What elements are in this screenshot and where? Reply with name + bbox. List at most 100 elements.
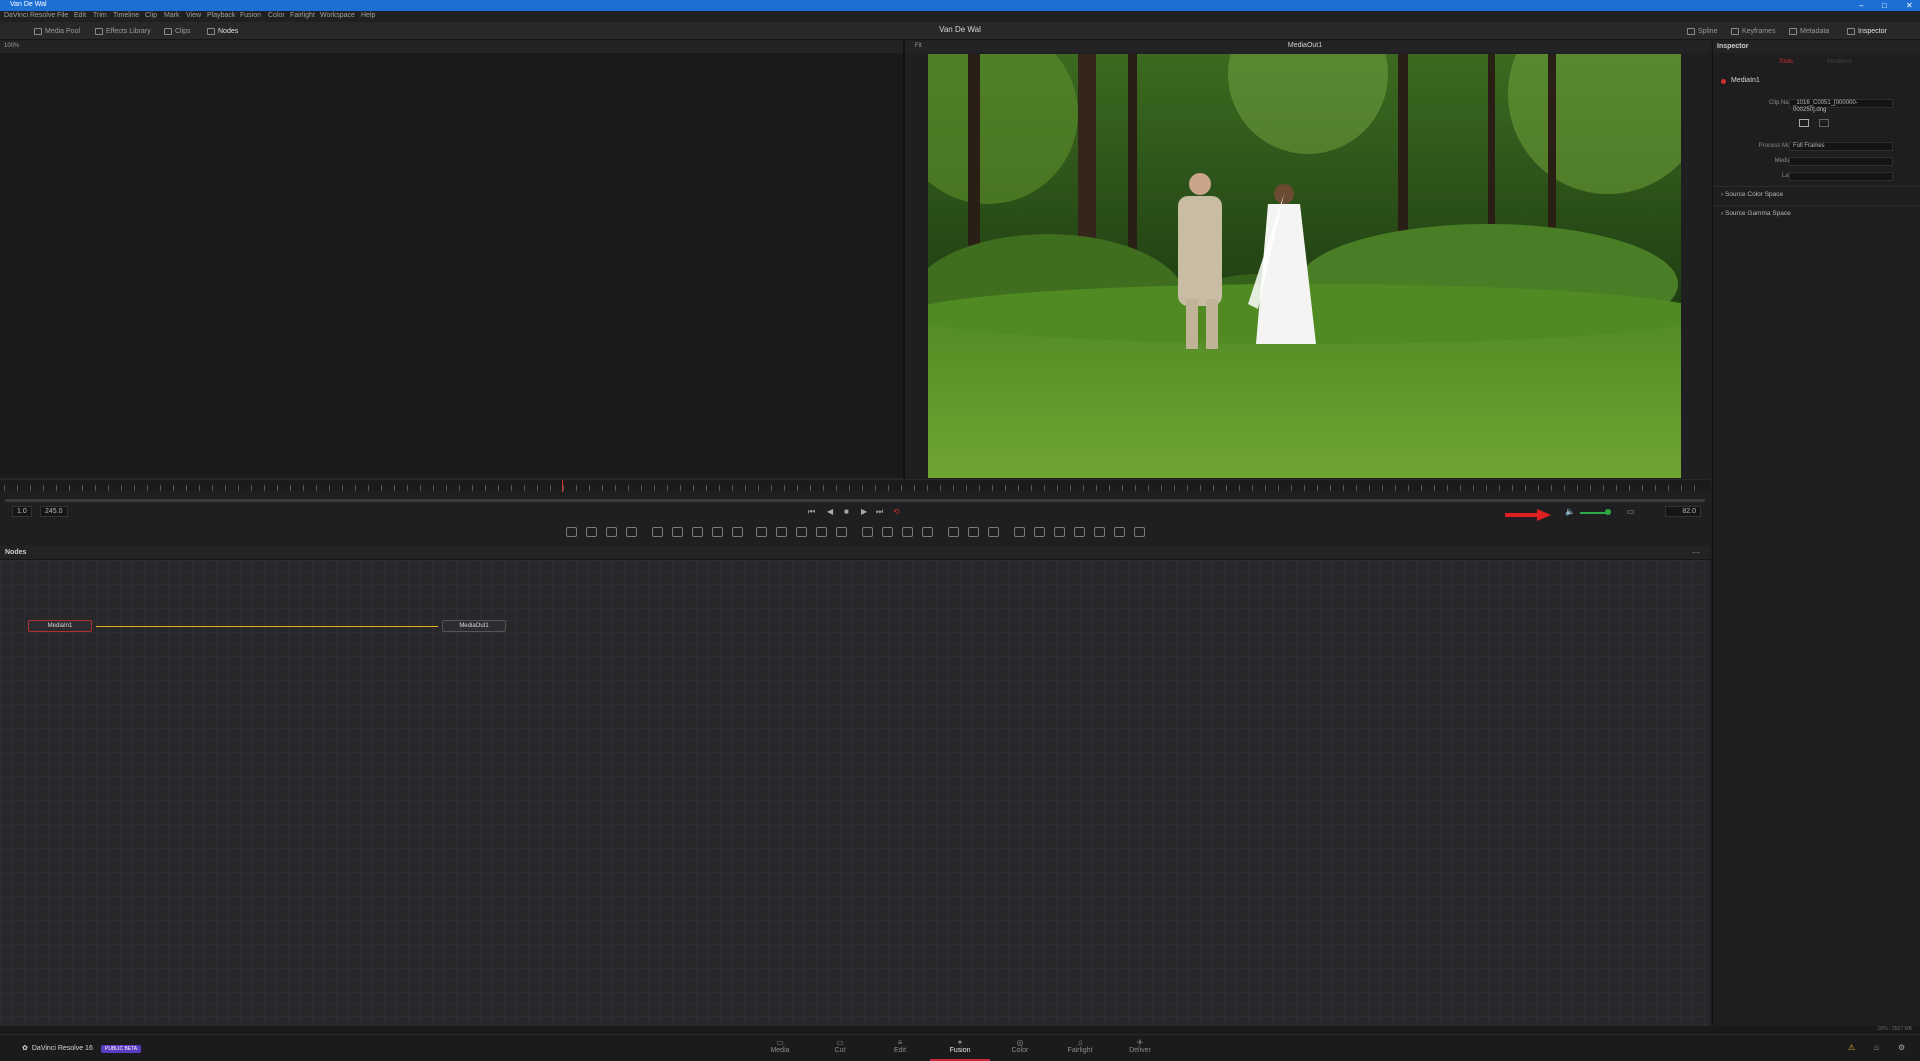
planar-tracker-icon[interactable]	[968, 527, 979, 537]
menu-playback[interactable]: Playback	[207, 12, 235, 19]
node-mediain1[interactable]: MediaIn1	[28, 620, 92, 632]
node-color-icon[interactable]	[1721, 79, 1726, 84]
curves-tool-icon[interactable]	[692, 527, 703, 537]
media-pool-button[interactable]: Media Pool	[34, 25, 80, 37]
menu-color[interactable]: Color	[268, 12, 285, 19]
source-color-space-section[interactable]: › Source Color Space	[1713, 186, 1920, 202]
process-mode-select[interactable]: Full Frames	[1789, 142, 1893, 151]
node-editor-canvas[interactable]	[0, 560, 1710, 1026]
menu-timeline[interactable]: Timeline	[113, 12, 139, 19]
go-to-end-icon[interactable]: ⏭	[876, 507, 883, 517]
home-icon[interactable]: ⌂	[1874, 1043, 1879, 1052]
left-viewer[interactable]	[0, 41, 903, 477]
ellipse-mask-icon[interactable]	[882, 527, 893, 537]
menu-clip[interactable]: Clip	[145, 12, 157, 19]
menu-workspace[interactable]: Workspace	[320, 12, 355, 19]
right-zoom-select[interactable]: Fit	[915, 43, 922, 49]
menu-fusion[interactable]: Fusion	[240, 12, 261, 19]
resize-tool-icon[interactable]	[836, 527, 847, 537]
page-media[interactable]: ▭ Media	[750, 1038, 810, 1060]
menu-edit[interactable]: Edit	[74, 12, 86, 19]
timecode-icon[interactable]: ▭	[1627, 507, 1635, 516]
node-connection[interactable]	[96, 626, 438, 627]
current-frame-field[interactable]: 82.0	[1665, 506, 1701, 517]
metadata-button[interactable]: Metadata	[1789, 25, 1829, 37]
time-ruler[interactable]	[0, 479, 1710, 492]
page-color[interactable]: ◎ Color	[990, 1038, 1050, 1060]
text3d-tool-icon[interactable]	[1054, 527, 1065, 537]
left-zoom-select[interactable]: 100%	[4, 43, 19, 49]
audio-tab-icon[interactable]	[1819, 119, 1829, 127]
text-tool-icon[interactable]	[606, 527, 617, 537]
clips-button[interactable]: Clips	[164, 25, 191, 37]
ruler-tick	[56, 485, 57, 491]
brightness-tool-icon[interactable]	[672, 527, 683, 537]
renderer3d-tool-icon[interactable]	[1114, 527, 1125, 537]
settings-gear-icon[interactable]: ⚙	[1898, 1043, 1905, 1052]
color-corrector-tool-icon[interactable]	[652, 527, 663, 537]
page-fusion[interactable]: ✦ Fusion	[930, 1038, 990, 1061]
tracker-tool-icon[interactable]	[948, 527, 959, 537]
menu-trim[interactable]: Trim	[93, 12, 107, 19]
particle-tool-icon[interactable]	[1014, 527, 1025, 537]
viewer-divider[interactable]	[903, 41, 905, 479]
tab-tools[interactable]: Tools	[1779, 59, 1793, 65]
light3d-tool-icon[interactable]	[1134, 527, 1145, 537]
clip-name-field[interactable]: _1016_C0051_[000000-000250].dng	[1789, 99, 1893, 113]
menu-file[interactable]: File	[57, 12, 68, 19]
paint-tool-icon[interactable]	[626, 527, 637, 537]
maximize-button[interactable]: □	[1882, 0, 1887, 11]
spline-button[interactable]: Spline	[1687, 25, 1717, 37]
menu-fairlight[interactable]: Fairlight	[290, 12, 315, 19]
stop-icon[interactable]: ■	[844, 507, 849, 516]
node-mediaout1[interactable]: MediaOut1	[442, 620, 506, 632]
go-to-start-icon[interactable]: ⏮	[808, 507, 815, 517]
layer-select[interactable]	[1789, 172, 1893, 181]
merge-tool-icon[interactable]	[756, 527, 767, 537]
image-tab-icon[interactable]	[1799, 119, 1809, 127]
page-deliver[interactable]: ✈ Deliver	[1110, 1038, 1170, 1060]
background-tool-icon[interactable]	[566, 527, 577, 537]
effects-library-button[interactable]: Effects Library	[95, 25, 151, 37]
rectangle-mask-icon[interactable]	[862, 527, 873, 537]
menu-davinci[interactable]: DaVinci Resolve	[4, 12, 55, 19]
close-button[interactable]: ✕	[1906, 0, 1913, 11]
warning-icon[interactable]: ⚠	[1848, 1043, 1855, 1052]
source-gamma-space-section[interactable]: › Source Gamma Space	[1713, 205, 1920, 221]
menu-mark[interactable]: Mark	[164, 12, 180, 19]
page-edit[interactable]: ≡ Edit	[870, 1038, 930, 1060]
ruler-tick	[394, 485, 395, 491]
volume-slider[interactable]	[1580, 512, 1608, 514]
transform-tool-icon[interactable]	[816, 527, 827, 537]
bspline-mask-icon[interactable]	[922, 527, 933, 537]
channel-booleans-tool-icon[interactable]	[776, 527, 787, 537]
merge3d-tool-icon[interactable]	[1074, 527, 1085, 537]
volume-icon[interactable]: 🔈	[1565, 507, 1575, 516]
camera3d-tool-icon[interactable]	[1094, 527, 1105, 537]
scrub-bar[interactable]	[5, 499, 1705, 502]
tab-modifiers[interactable]: Modifiers	[1827, 59, 1851, 65]
glow-tool-icon[interactable]	[732, 527, 743, 537]
page-cut[interactable]: ▭ Cut	[810, 1038, 870, 1060]
image-tool-icon[interactable]	[586, 527, 597, 537]
warp-tool-icon[interactable]	[988, 527, 999, 537]
more-options-icon[interactable]: ⋯	[1692, 548, 1700, 557]
range-start-field[interactable]: 1.0	[12, 506, 32, 517]
play-reverse-icon[interactable]: ◀	[827, 507, 833, 516]
menu-view[interactable]: View	[186, 12, 201, 19]
volume-handle[interactable]	[1605, 509, 1611, 515]
nodes-button[interactable]: Nodes	[207, 25, 238, 37]
keyframes-button[interactable]: Keyframes	[1731, 25, 1775, 37]
minimize-button[interactable]: –	[1859, 0, 1863, 11]
mediaid-field[interactable]	[1789, 157, 1893, 166]
blur-tool-icon[interactable]	[712, 527, 723, 537]
matte-control-tool-icon[interactable]	[796, 527, 807, 537]
polygon-mask-icon[interactable]	[902, 527, 913, 537]
play-icon[interactable]: ▶	[861, 507, 867, 516]
page-fairlight[interactable]: ♫ Fairlight	[1050, 1038, 1110, 1060]
shape3d-tool-icon[interactable]	[1034, 527, 1045, 537]
range-end-field[interactable]: 245.0	[40, 506, 68, 517]
loop-icon[interactable]: ⟲	[893, 507, 900, 516]
inspector-button[interactable]: Inspector	[1847, 25, 1887, 37]
menu-help[interactable]: Help	[361, 12, 375, 19]
